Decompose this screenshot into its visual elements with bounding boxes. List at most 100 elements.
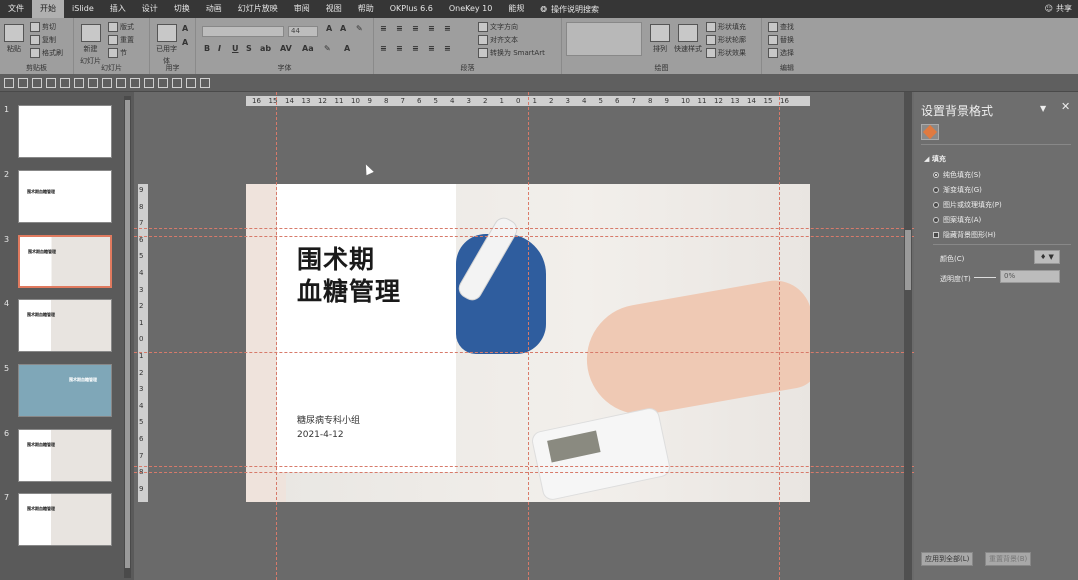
thumbnails-scrollbar-thumb[interactable] [125,100,130,568]
menu-tab-6[interactable]: 动画 [198,0,230,18]
underline-icon[interactable]: U [232,44,239,53]
quick-styles-button[interactable]: 快速样式 [674,24,702,54]
slide-subtitle[interactable]: 糖尿病专科小组 2021-4-12 [297,414,360,442]
transparency-slider[interactable] [974,277,996,278]
radio-button[interactable] [933,172,939,178]
guide-horizontal-5[interactable] [134,472,914,473]
slide-thumbnail[interactable]: 围术期血糖管理 [18,170,112,223]
fill-option-3[interactable]: 图案填充(A) [933,215,981,225]
guide-vertical-1[interactable] [276,92,277,580]
share-button[interactable]: ☺ 共享 [1045,0,1072,18]
menu-tab-2[interactable]: iSlide [64,0,102,18]
slide-title[interactable]: 围术期 血糖管理 [297,244,401,308]
toolbar-icon-12[interactable] [158,77,168,88]
toolbar-icon-9[interactable] [116,77,126,88]
toolbar-icon-2[interactable] [18,77,28,88]
bullets-icon[interactable]: ≡ [380,24,387,33]
transparency-input[interactable]: 0% [1000,270,1060,283]
toolbar-icon-4[interactable] [46,77,56,88]
line-spacing-icon[interactable]: ≡ [444,24,451,33]
slide-thumbnail[interactable]: 围术期血糖管理 [18,364,112,417]
shape-effects-button[interactable]: 形状效果 [706,48,746,58]
toolbar-icon-6[interactable] [74,77,84,88]
radio-button[interactable] [933,187,939,193]
align-left-icon[interactable]: ≡ [380,44,387,53]
fill-option-1[interactable]: 渐变填充(G) [933,185,982,195]
reset-button[interactable]: 重置 [108,35,134,45]
guide-horizontal-1[interactable] [134,228,914,229]
slide-thumbnail[interactable]: 围术期血糖管理 [18,493,112,546]
tell-me-search[interactable]: ❂ 操作说明搜索 [532,4,599,15]
italic-icon[interactable]: I [218,44,221,53]
text-direction-button[interactable]: 文字方向 [478,22,518,32]
toolbar-icon-3[interactable] [32,77,42,88]
increase-indent-icon[interactable]: ≡ [428,24,435,33]
guide-horizontal-4[interactable] [134,466,914,467]
shapes-gallery[interactable] [566,22,642,56]
menu-tab-5[interactable]: 切换 [166,0,198,18]
cut-button[interactable]: 剪切 [30,22,56,32]
slide-thumbnail[interactable] [18,105,112,158]
menu-tab-11[interactable]: OKPlus 6.6 [382,0,441,18]
radio-button[interactable] [933,202,939,208]
fill-tab[interactable] [921,124,939,140]
new-slide-button[interactable]: 新建 幻灯片 [80,24,101,66]
grow-font-icon[interactable]: A [182,24,188,33]
menu-tab-9[interactable]: 视图 [318,0,350,18]
fill-option-4[interactable]: 隐藏背景图形(H) [933,230,996,240]
font-name-field[interactable] [202,26,284,37]
layout-button[interactable]: 版式 [108,22,134,32]
radio-button[interactable] [933,217,939,223]
menu-tab-3[interactable]: 插入 [102,0,134,18]
shrink-font-icon[interactable]: A [182,38,188,47]
paste-button[interactable]: 粘贴 [4,24,24,54]
used-font-button[interactable]: 已用字 体 [156,24,177,66]
justify-icon[interactable]: ≡ [428,44,435,53]
clear-format-icon[interactable]: ✎ [356,24,363,33]
format-painter-button[interactable]: 格式刷 [30,48,63,58]
align-text-button[interactable]: 对齐文本 [478,35,518,45]
font-size-field[interactable]: 44 [288,26,318,37]
toolbar-icon-15[interactable] [200,77,210,88]
slide-thumbnail[interactable]: 围术期血糖管理 [18,429,112,482]
canvas-scrollbar[interactable] [904,92,912,580]
toolbar-icon-1[interactable] [4,77,14,88]
highlight-icon[interactable]: ✎ [324,44,331,53]
pane-options-icon[interactable]: ▼ [1040,104,1046,113]
copy-button[interactable]: 复制 [30,35,56,45]
guide-vertical-2[interactable] [528,92,529,580]
fill-section-header[interactable]: ◢ 填充 [924,154,946,164]
toolbar-icon-7[interactable] [88,77,98,88]
increase-font-icon[interactable]: A [326,24,332,33]
toolbar-icon-11[interactable] [144,77,154,88]
select-button[interactable]: 选择 [768,48,794,58]
strikethrough-icon[interactable]: ab [260,44,271,53]
align-right-icon[interactable]: ≡ [412,44,419,53]
toolbar-icon-13[interactable] [172,77,182,88]
decrease-font-icon[interactable]: A [340,24,346,33]
find-button[interactable]: 查找 [768,22,794,32]
toolbar-icon-5[interactable] [60,77,70,88]
guide-horizontal-3[interactable] [134,352,914,353]
replace-button[interactable]: 替换 [768,35,794,45]
menu-tab-0[interactable]: 文件 [0,0,32,18]
guide-horizontal-2[interactable] [134,236,914,237]
menu-tab-7[interactable]: 幻灯片放映 [230,0,286,18]
reset-background-button[interactable]: 重置背景(B) [985,552,1032,566]
toolbar-icon-14[interactable] [186,77,196,88]
case-icon[interactable]: Aa [302,44,314,53]
thumbnails-scrollbar[interactable] [124,96,131,578]
menu-tab-1[interactable]: 开始 [32,0,64,18]
slide-thumbnail[interactable]: 围术期血糖管理 [18,235,112,288]
shape-fill-button[interactable]: 形状填充 [706,22,746,32]
toolbar-icon-8[interactable] [102,77,112,88]
font-color-icon[interactable]: A [344,44,350,53]
section-button[interactable]: 节 [108,48,127,58]
numbering-icon[interactable]: ≡ [396,24,403,33]
menu-tab-10[interactable]: 帮助 [350,0,382,18]
columns-icon[interactable]: ≡ [444,44,451,53]
menu-tab-13[interactable]: 能规 [500,0,532,18]
fill-option-2[interactable]: 图片或纹理填充(P) [933,200,1002,210]
menu-tab-8[interactable]: 审阅 [286,0,318,18]
decrease-indent-icon[interactable]: ≡ [412,24,419,33]
